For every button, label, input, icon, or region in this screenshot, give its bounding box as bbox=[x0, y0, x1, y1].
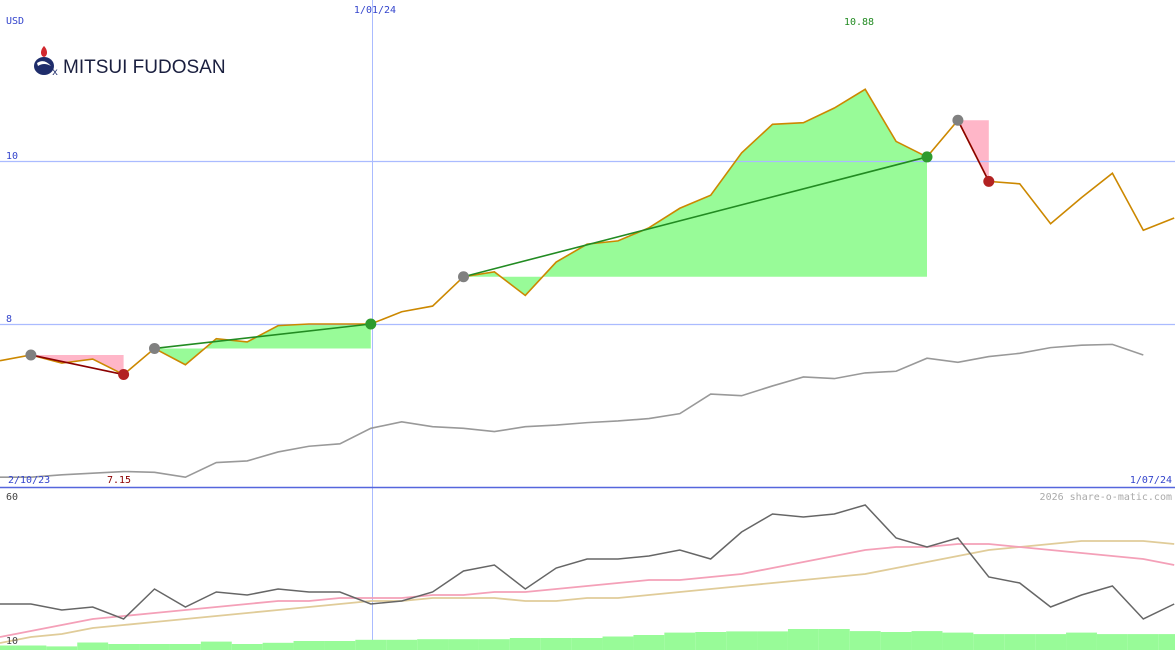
volume-bar bbox=[664, 632, 696, 650]
volume-bar bbox=[293, 641, 325, 650]
volume-bar bbox=[386, 639, 418, 650]
trade-entry-marker-4 bbox=[952, 114, 964, 126]
volume-bar bbox=[757, 631, 788, 650]
volume-bar bbox=[324, 641, 356, 650]
watermark: 2026 share-o-matic.com bbox=[1040, 492, 1172, 503]
volume-bar bbox=[15, 645, 47, 650]
volume-bar bbox=[262, 642, 294, 650]
volume-bar bbox=[540, 638, 572, 650]
volume-bar bbox=[108, 644, 140, 650]
volume-bar bbox=[1158, 634, 1175, 650]
volume-bar bbox=[818, 629, 850, 650]
x-end-label: 1/07/24 bbox=[1130, 475, 1172, 486]
volume-bar bbox=[509, 638, 541, 650]
indicator-y-min-label: 10 bbox=[6, 636, 18, 647]
volume-bar bbox=[942, 632, 974, 650]
logo-x-mark: x bbox=[52, 67, 58, 78]
volume-bar bbox=[911, 631, 943, 650]
volume-bar bbox=[787, 629, 819, 650]
volume-bar bbox=[231, 644, 263, 650]
trade-exit-marker-4 bbox=[983, 175, 995, 187]
volume-bar bbox=[973, 634, 1005, 650]
volume-bar bbox=[1096, 634, 1128, 650]
volume-bar bbox=[77, 642, 109, 650]
volume-bar bbox=[849, 631, 881, 650]
currency-label: USD bbox=[6, 16, 24, 27]
volume-bar bbox=[571, 638, 603, 650]
low-value-label: 7.15 bbox=[107, 475, 131, 486]
indicator-y-max-label: 60 bbox=[6, 492, 18, 503]
volume-bar bbox=[695, 632, 727, 650]
logo-wordmark: MITSUI FUDOSAN bbox=[63, 57, 226, 78]
trade-entry-marker-2 bbox=[149, 342, 160, 354]
stock-chart: x MITSUI FUDOSAN USD 1/01/24 10.88 10 8 … bbox=[0, 0, 1175, 650]
trade-exit-marker-2 bbox=[365, 318, 377, 330]
volume-bar bbox=[1066, 632, 1097, 650]
high-value-label: 10.88 bbox=[844, 17, 874, 28]
volume-bar bbox=[46, 646, 78, 650]
trade-exit-marker-3 bbox=[921, 151, 933, 163]
volume-bar bbox=[633, 635, 665, 650]
volume-bar bbox=[478, 639, 510, 650]
volume-bar bbox=[1004, 634, 1036, 650]
y-tick-label-10: 10 bbox=[6, 151, 18, 162]
y-tick-label-8: 8 bbox=[6, 314, 12, 325]
volume-bar bbox=[726, 631, 758, 650]
trade-entry-marker-3 bbox=[458, 271, 469, 283]
volume-bar bbox=[880, 632, 912, 650]
x-start-label: 2/10/23 bbox=[8, 475, 50, 486]
volume-bar bbox=[602, 636, 634, 650]
volume-bar bbox=[1127, 634, 1159, 650]
volume-bar bbox=[139, 644, 170, 650]
volume-bar bbox=[448, 639, 479, 650]
trade-exit-marker-1 bbox=[118, 369, 130, 381]
volume-bar bbox=[355, 639, 387, 650]
date-marker-label: 1/01/24 bbox=[354, 5, 396, 16]
trade-entry-marker-1 bbox=[25, 349, 37, 361]
volume-bar bbox=[1035, 634, 1067, 650]
volume-bar bbox=[200, 641, 232, 650]
volume-bar bbox=[417, 639, 449, 650]
volume-bar bbox=[169, 644, 201, 650]
